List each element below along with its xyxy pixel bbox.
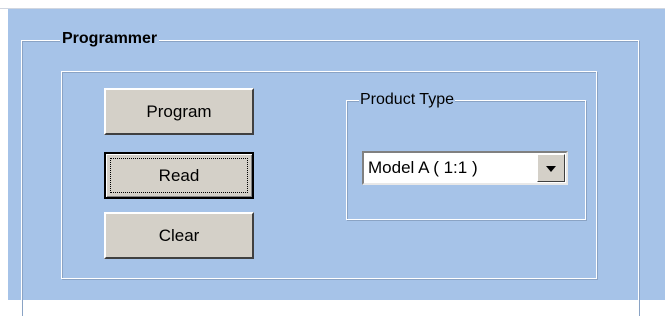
chevron-down-icon: [546, 166, 556, 172]
program-button[interactable]: Program: [104, 88, 254, 135]
clear-button[interactable]: Clear: [104, 212, 254, 259]
dropdown-button[interactable]: [537, 154, 565, 182]
top-strip: [0, 0, 665, 8]
program-button-label: Program: [146, 101, 212, 121]
product-type-title: Product Type: [359, 91, 455, 108]
product-type-dropdown[interactable]: Model A ( 1:1 ): [362, 151, 568, 185]
programmer-title: Programmer: [60, 30, 160, 47]
clear-button-label: Clear: [158, 225, 200, 245]
read-button[interactable]: Read: [104, 152, 254, 199]
focus-rectangle: [110, 158, 248, 193]
product-type-value: Model A ( 1:1 ): [368, 158, 478, 177]
